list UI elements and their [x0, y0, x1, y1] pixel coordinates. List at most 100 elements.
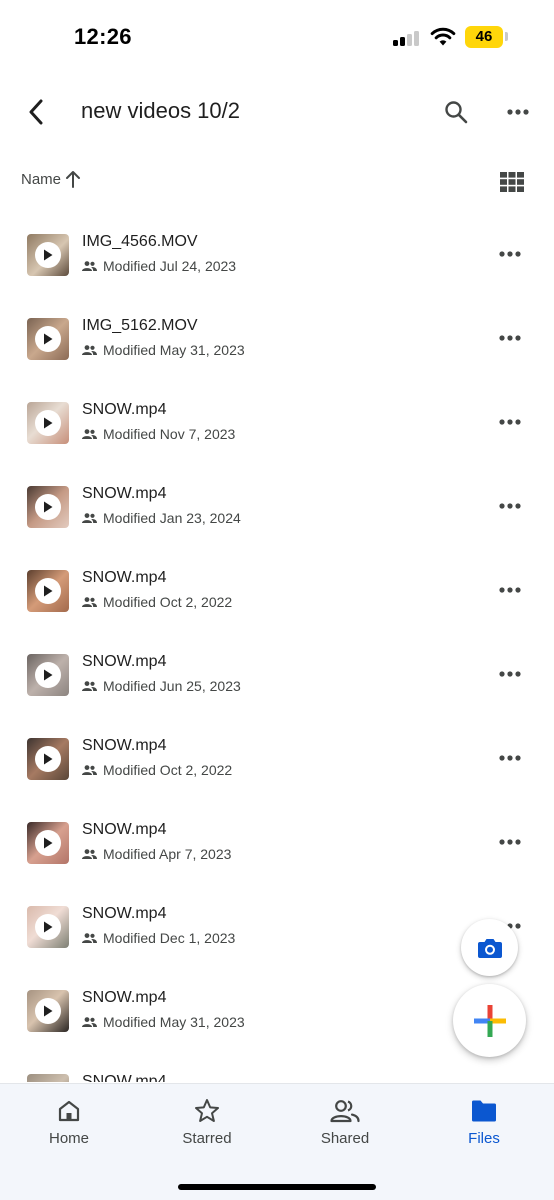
play-icon — [44, 921, 53, 933]
file-more-button[interactable] — [494, 658, 526, 690]
play-icon — [44, 1005, 53, 1017]
people-icon — [82, 429, 97, 439]
nav-shared[interactable]: Shared — [290, 1096, 400, 1156]
file-row[interactable]: SNOW.mp4 — [0, 1052, 554, 1082]
more-horizontal-icon — [507, 109, 529, 115]
more-options-button[interactable] — [500, 93, 536, 131]
modified-date: Modified Apr 7, 2023 — [103, 846, 232, 862]
arrow-up-icon — [66, 171, 81, 188]
file-name: SNOW.mp4 — [82, 737, 167, 754]
file-name: SNOW.mp4 — [82, 905, 167, 922]
file-name: IMG_5162.MOV — [82, 317, 198, 334]
status-time: 12:26 — [74, 24, 132, 49]
file-more-button[interactable] — [494, 238, 526, 270]
nav-starred-label: Starred — [182, 1130, 232, 1147]
search-button[interactable] — [437, 93, 475, 131]
nav-home-label: Home — [48, 1130, 89, 1147]
file-row[interactable]: IMG_5162.MOV Modified May 31, 2023 — [0, 296, 554, 380]
video-thumbnail — [27, 654, 69, 696]
file-name: SNOW.mp4 — [82, 821, 167, 838]
video-thumbnail — [27, 1074, 69, 1082]
video-thumbnail — [27, 570, 69, 612]
play-icon — [44, 501, 53, 513]
people-icon — [82, 345, 97, 355]
file-name: SNOW.mp4 — [82, 653, 167, 670]
home-indicator — [178, 1184, 376, 1190]
play-badge — [35, 746, 61, 772]
file-row[interactable]: SNOW.mp4 Modified Oct 2, 2022 — [0, 716, 554, 800]
file-row[interactable]: SNOW.mp4 Modified Jan 23, 2024 — [0, 464, 554, 548]
plus-icon — [473, 1004, 506, 1037]
battery-cap — [505, 32, 508, 41]
file-meta: Modified Nov 7, 2023 — [82, 426, 235, 442]
file-row[interactable]: SNOW.mp4 Modified Apr 7, 2023 — [0, 800, 554, 884]
sort-by-name-button[interactable]: Name — [21, 170, 81, 188]
people-icon — [330, 1096, 360, 1126]
play-icon — [44, 417, 53, 429]
play-badge — [35, 914, 61, 940]
people-icon — [82, 261, 97, 271]
nav-files-label: Files — [468, 1130, 500, 1147]
nav-files[interactable]: Files — [429, 1096, 539, 1156]
back-arrow-icon — [29, 99, 43, 125]
file-row[interactable]: IMG_4566.MOV Modified Jul 24, 2023 — [0, 212, 554, 296]
modified-date: Modified Jul 24, 2023 — [103, 258, 237, 274]
file-more-button[interactable] — [494, 826, 526, 858]
modified-date: Modified Nov 7, 2023 — [103, 426, 236, 442]
grid-view-toggle[interactable] — [498, 170, 526, 194]
search-icon — [445, 101, 468, 124]
more-horizontal-icon — [499, 587, 521, 593]
nav-shared-label: Shared — [320, 1130, 370, 1147]
play-badge — [35, 326, 61, 352]
camera-icon — [477, 938, 502, 958]
play-badge — [35, 662, 61, 688]
play-badge — [35, 830, 61, 856]
file-more-button[interactable] — [494, 742, 526, 774]
file-more-button[interactable] — [494, 406, 526, 438]
folder-icon — [469, 1096, 499, 1126]
back-button[interactable] — [18, 94, 54, 130]
grid-view-icon — [500, 172, 524, 192]
people-icon — [82, 681, 97, 691]
video-thumbnail — [27, 822, 69, 864]
sort-label: Name — [21, 170, 62, 188]
file-row[interactable]: SNOW.mp4 Modified Oct 2, 2022 — [0, 548, 554, 632]
play-icon — [44, 753, 53, 765]
more-horizontal-icon — [499, 419, 521, 425]
more-horizontal-icon — [499, 755, 521, 761]
file-name: IMG_4566.MOV — [82, 233, 198, 250]
file-meta: Modified May 31, 2023 — [82, 342, 245, 358]
home-icon — [54, 1096, 84, 1126]
modified-date: Modified Jun 25, 2023 — [103, 678, 241, 694]
modified-date: Modified May 31, 2023 — [103, 342, 245, 358]
file-more-button[interactable] — [494, 574, 526, 606]
file-meta: Modified Apr 7, 2023 — [82, 846, 231, 862]
people-icon — [82, 513, 97, 523]
video-thumbnail — [27, 318, 69, 360]
video-thumbnail — [27, 990, 69, 1032]
camera-scan-button[interactable] — [461, 919, 518, 976]
file-more-button[interactable] — [494, 322, 526, 354]
nav-starred[interactable]: Starred — [152, 1096, 262, 1156]
wifi-icon — [430, 27, 456, 46]
file-name: SNOW.mp4 — [82, 569, 167, 586]
people-icon — [82, 849, 97, 859]
video-thumbnail — [27, 738, 69, 780]
more-horizontal-icon — [499, 839, 521, 845]
file-meta: Modified Jan 23, 2024 — [82, 510, 241, 526]
file-more-button[interactable] — [494, 490, 526, 522]
file-meta: Modified Jul 24, 2023 — [82, 258, 236, 274]
play-badge — [35, 998, 61, 1024]
people-icon — [82, 1017, 97, 1027]
file-row[interactable]: SNOW.mp4 Modified Jun 25, 2023 — [0, 632, 554, 716]
file-meta: Modified May 31, 2023 — [82, 1014, 245, 1030]
modified-date: Modified Oct 2, 2022 — [103, 594, 233, 610]
modified-date: Modified Oct 2, 2022 — [103, 762, 233, 778]
nav-home[interactable]: Home — [14, 1096, 124, 1156]
file-name: SNOW.mp4 — [82, 401, 167, 418]
new-button[interactable] — [453, 984, 526, 1057]
play-icon — [44, 669, 53, 681]
file-row[interactable]: SNOW.mp4 Modified Nov 7, 2023 — [0, 380, 554, 464]
file-meta: Modified Jun 25, 2023 — [82, 678, 241, 694]
modified-date: Modified May 31, 2023 — [103, 1014, 245, 1030]
